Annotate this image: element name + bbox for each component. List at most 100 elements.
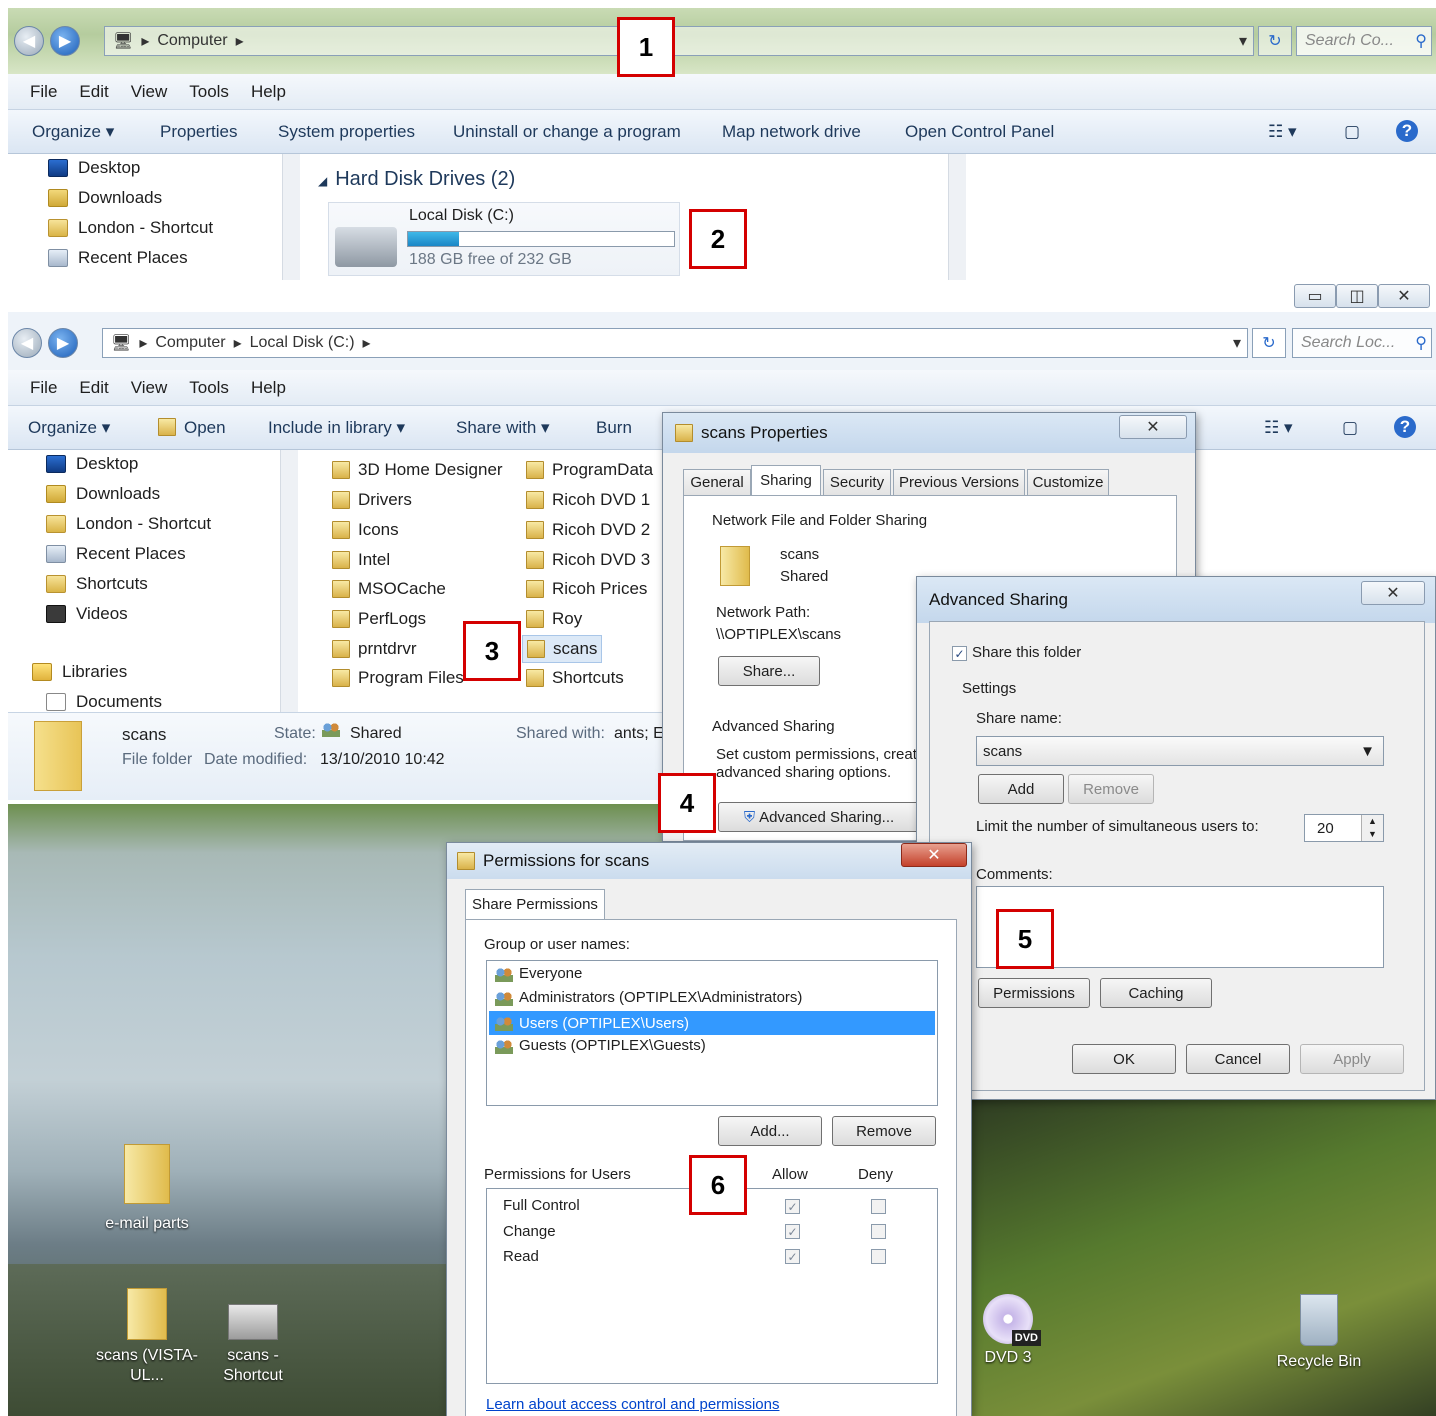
breadcrumb-computer[interactable]: Computer bbox=[157, 32, 227, 50]
folder-item[interactable]: Icons bbox=[332, 520, 399, 540]
menu-edit[interactable]: Edit bbox=[79, 82, 108, 102]
organize-button[interactable]: Organize ▾ bbox=[28, 418, 110, 438]
nav-item-recent-places[interactable]: Recent Places bbox=[48, 248, 188, 268]
folder-item[interactable]: 3D Home Designer bbox=[332, 460, 503, 480]
allow-read-checkbox[interactable]: ✓ bbox=[785, 1249, 800, 1264]
folder-item[interactable]: prntdrvr bbox=[332, 639, 417, 659]
map-network-drive-button[interactable]: Map network drive bbox=[722, 122, 861, 142]
organize-button[interactable]: Organize ▾ bbox=[32, 122, 114, 142]
preview-pane-icon[interactable]: ▢ bbox=[1344, 122, 1360, 142]
menu-view[interactable]: View bbox=[131, 82, 168, 102]
folder-item[interactable]: ProgramData bbox=[526, 460, 653, 480]
add-share-button[interactable]: Add bbox=[978, 774, 1064, 804]
menu-help[interactable]: Help bbox=[251, 378, 286, 398]
back-button[interactable]: ◀ bbox=[14, 26, 44, 56]
menu-view[interactable]: View bbox=[131, 378, 168, 398]
desktop-icon-dvd3[interactable]: DVD DVD 3 bbox=[968, 1294, 1048, 1368]
user-row-everyone[interactable]: Everyone bbox=[495, 965, 582, 982]
minimize-button[interactable]: ▭ bbox=[1294, 284, 1336, 308]
menu-help[interactable]: Help bbox=[251, 82, 286, 102]
folder-item[interactable]: Intel bbox=[332, 550, 390, 570]
remove-user-button[interactable]: Remove bbox=[832, 1116, 936, 1146]
share-name-select[interactable]: scans ▼ bbox=[976, 736, 1384, 766]
view-options-icon[interactable]: ☷ ▾ bbox=[1264, 418, 1293, 438]
forward-button[interactable]: ▶ bbox=[48, 328, 78, 358]
address-field[interactable]: 🖥 ▸ Computer ▸ ▾ bbox=[104, 26, 1254, 56]
nav-item-london-shortcut[interactable]: London - Shortcut bbox=[46, 514, 211, 534]
open-control-panel-button[interactable]: Open Control Panel bbox=[905, 122, 1054, 142]
dropdown-arrow-icon[interactable]: ▾ bbox=[1239, 31, 1247, 51]
deny-full-control-checkbox[interactable] bbox=[871, 1199, 886, 1214]
search-input[interactable]: Search Loc... ⚲ bbox=[1292, 328, 1432, 358]
system-properties-button[interactable]: System properties bbox=[278, 122, 415, 142]
menu-file[interactable]: File bbox=[30, 82, 57, 102]
menu-file[interactable]: File bbox=[30, 378, 57, 398]
nav-item-libraries[interactable]: Libraries bbox=[32, 662, 127, 682]
folder-item[interactable]: Ricoh Prices bbox=[526, 579, 647, 599]
close-button[interactable]: ✕ bbox=[901, 843, 967, 867]
tab-general[interactable]: General bbox=[683, 469, 751, 495]
nav-item-recent-places[interactable]: Recent Places bbox=[46, 544, 186, 564]
drive-tile-c[interactable]: Local Disk (C:) 188 GB free of 232 GB bbox=[328, 202, 680, 276]
folder-item[interactable]: Ricoh DVD 3 bbox=[526, 550, 650, 570]
collapse-triangle-icon[interactable]: ◢ bbox=[318, 174, 327, 188]
tab-security[interactable]: Security bbox=[823, 469, 891, 495]
nav-item-london-shortcut[interactable]: London - Shortcut bbox=[48, 218, 213, 238]
share-with-button[interactable]: Share with ▾ bbox=[456, 418, 550, 438]
nav-item-videos[interactable]: Videos bbox=[46, 604, 128, 624]
breadcrumb-local-disk[interactable]: Local Disk (C:) bbox=[250, 334, 355, 352]
spin-arrows-icon[interactable]: ▲ ▼ bbox=[1361, 815, 1383, 841]
allow-full-control-checkbox[interactable]: ✓ bbox=[785, 1199, 800, 1214]
allow-change-checkbox[interactable]: ✓ bbox=[785, 1224, 800, 1239]
refresh-button[interactable]: ↻ bbox=[1258, 26, 1292, 56]
nav-item-downloads[interactable]: Downloads bbox=[46, 484, 160, 504]
advanced-sharing-button[interactable]: ⛨ Advanced Sharing... bbox=[718, 802, 920, 832]
help-icon[interactable]: ? bbox=[1394, 416, 1416, 438]
close-button[interactable]: ✕ bbox=[1361, 581, 1425, 605]
content-scrollbar[interactable] bbox=[948, 154, 966, 280]
address-field[interactable]: 🖥 ▸ Computer ▸ Local Disk (C:) ▸ ▾ bbox=[102, 328, 1248, 358]
menu-tools[interactable]: Tools bbox=[189, 378, 229, 398]
forward-button[interactable]: ▶ bbox=[50, 26, 80, 56]
menu-edit[interactable]: Edit bbox=[79, 378, 108, 398]
nav-scrollbar[interactable] bbox=[282, 154, 300, 280]
folder-item[interactable]: Program Files bbox=[332, 668, 464, 688]
open-button[interactable]: Open bbox=[158, 418, 226, 438]
tab-customize[interactable]: Customize bbox=[1027, 469, 1109, 495]
nav-item-downloads[interactable]: Downloads bbox=[48, 188, 162, 208]
deny-read-checkbox[interactable] bbox=[871, 1249, 886, 1264]
menu-tools[interactable]: Tools bbox=[189, 82, 229, 102]
nav-item-desktop[interactable]: Desktop bbox=[48, 158, 140, 178]
close-button[interactable]: ✕ bbox=[1378, 284, 1430, 308]
folder-item[interactable]: MSOCache bbox=[332, 579, 446, 599]
add-user-button[interactable]: Add... bbox=[718, 1116, 822, 1146]
refresh-button[interactable]: ↻ bbox=[1252, 328, 1286, 358]
desktop-icon-email-parts[interactable]: e-mail parts bbox=[92, 1144, 202, 1234]
cancel-button[interactable]: Cancel bbox=[1186, 1044, 1290, 1074]
ok-button[interactable]: OK bbox=[1072, 1044, 1176, 1074]
permissions-button[interactable]: Permissions bbox=[978, 978, 1090, 1008]
uninstall-program-button[interactable]: Uninstall or change a program bbox=[453, 122, 681, 142]
view-options-icon[interactable]: ☷ ▾ bbox=[1268, 122, 1297, 142]
limit-users-stepper[interactable]: 20 ▲ ▼ bbox=[1304, 814, 1384, 842]
nav-item-shortcuts[interactable]: Shortcuts bbox=[46, 574, 148, 594]
folder-item[interactable]: Ricoh DVD 1 bbox=[526, 490, 650, 510]
user-row-administrators[interactable]: Administrators (OPTIPLEX\Administrators) bbox=[495, 989, 802, 1006]
remove-share-button[interactable]: Remove bbox=[1068, 774, 1154, 804]
desktop-icon-scans-network[interactable]: scans (VISTA-UL... bbox=[92, 1288, 202, 1386]
properties-button[interactable]: Properties bbox=[160, 122, 237, 142]
tab-sharing[interactable]: Sharing bbox=[751, 465, 821, 495]
desktop-icon-scans-shortcut[interactable]: scans - Shortcut bbox=[208, 1304, 298, 1386]
back-button[interactable]: ◀ bbox=[12, 328, 42, 358]
include-in-library-button[interactable]: Include in library ▾ bbox=[268, 418, 405, 438]
tab-share-permissions[interactable]: Share Permissions bbox=[465, 889, 605, 919]
folder-item[interactable]: Shortcuts bbox=[526, 668, 624, 688]
folder-item[interactable]: PerfLogs bbox=[332, 609, 426, 629]
learn-access-control-link[interactable]: Learn about access control and permissio… bbox=[486, 1396, 780, 1413]
nav-item-desktop[interactable]: Desktop bbox=[46, 454, 138, 474]
folder-item[interactable]: Ricoh DVD 2 bbox=[526, 520, 650, 540]
dropdown-arrow-icon[interactable]: ▾ bbox=[1233, 333, 1241, 353]
close-button[interactable]: ✕ bbox=[1119, 415, 1187, 439]
folder-item-scans-selected[interactable]: scans bbox=[522, 635, 603, 663]
apply-button[interactable]: Apply bbox=[1300, 1044, 1404, 1074]
